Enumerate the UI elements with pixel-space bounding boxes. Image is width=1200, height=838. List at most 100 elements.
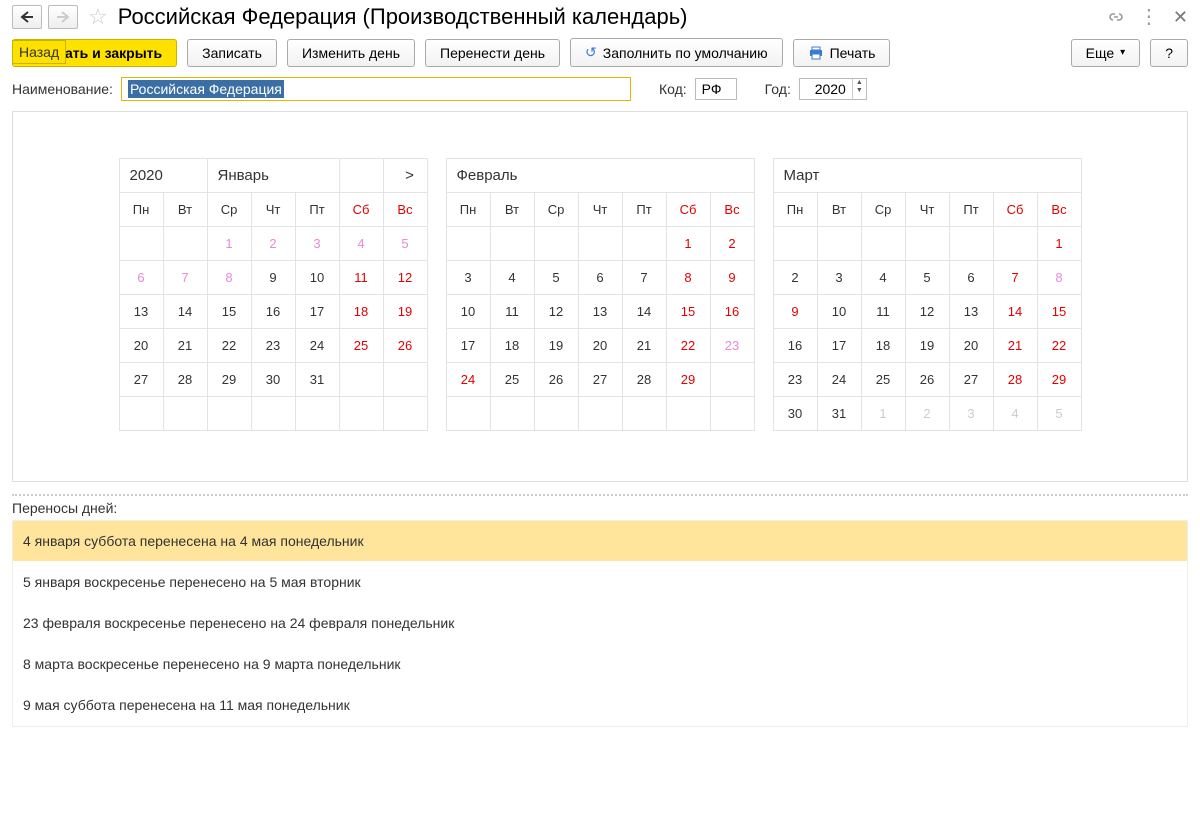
calendar-day[interactable]: 5 — [383, 227, 427, 261]
favorite-star-icon[interactable]: ☆ — [88, 4, 108, 30]
calendar-day[interactable]: 12 — [905, 295, 949, 329]
close-icon[interactable]: ✕ — [1173, 7, 1188, 28]
print-button[interactable]: Печать — [793, 39, 891, 67]
calendar-day[interactable]: 11 — [339, 261, 383, 295]
calendar-day[interactable]: 30 — [773, 397, 817, 431]
calendar-day[interactable]: 10 — [817, 295, 861, 329]
calendar-day[interactable]: 25 — [339, 329, 383, 363]
calendar-day[interactable]: 29 — [666, 363, 710, 397]
change-day-button[interactable]: Изменить день — [287, 39, 415, 67]
calendar-day[interactable]: 13 — [578, 295, 622, 329]
calendar-day[interactable]: 4 — [490, 261, 534, 295]
calendar-day[interactable]: 23 — [773, 363, 817, 397]
calendar-day[interactable]: 28 — [163, 363, 207, 397]
calendar-day[interactable]: 7 — [993, 261, 1037, 295]
calendar-month-name[interactable]: Январь — [207, 159, 339, 193]
calendar-day[interactable]: 21 — [622, 329, 666, 363]
year-spinner[interactable]: ▲ ▼ — [799, 78, 867, 100]
calendar-day[interactable]: 3 — [295, 227, 339, 261]
calendar-day[interactable]: 17 — [817, 329, 861, 363]
calendar-day[interactable]: 30 — [251, 363, 295, 397]
calendar-year-cell[interactable]: 2020 — [119, 159, 207, 193]
name-input[interactable]: Российская Федерация — [121, 77, 631, 101]
calendar-day[interactable]: 14 — [993, 295, 1037, 329]
calendar-day[interactable]: 26 — [905, 363, 949, 397]
calendar-day[interactable]: 29 — [207, 363, 251, 397]
year-down-icon[interactable]: ▼ — [853, 87, 866, 95]
calendar-day[interactable]: 18 — [339, 295, 383, 329]
calendar-day[interactable]: 18 — [861, 329, 905, 363]
calendar-day[interactable]: 25 — [861, 363, 905, 397]
calendar-day[interactable]: 4 — [993, 397, 1037, 431]
link-icon[interactable] — [1107, 8, 1125, 26]
calendar-day[interactable]: 25 — [490, 363, 534, 397]
calendar-day[interactable]: 1 — [666, 227, 710, 261]
calendar-day[interactable]: 18 — [490, 329, 534, 363]
calendar-day[interactable]: 9 — [773, 295, 817, 329]
calendar-day[interactable]: 20 — [949, 329, 993, 363]
calendar-day[interactable]: 8 — [666, 261, 710, 295]
calendar-day[interactable]: 14 — [163, 295, 207, 329]
calendar-day[interactable]: 1 — [207, 227, 251, 261]
calendar-day[interactable]: 7 — [622, 261, 666, 295]
calendar-day[interactable]: 16 — [710, 295, 754, 329]
more-button[interactable]: Еще ▾ — [1071, 39, 1141, 67]
year-input[interactable] — [800, 79, 852, 99]
calendar-day[interactable]: 27 — [578, 363, 622, 397]
calendar-day[interactable]: 19 — [905, 329, 949, 363]
calendar-day[interactable]: 1 — [861, 397, 905, 431]
transfer-row[interactable]: 9 мая суббота перенесена на 11 мая понед… — [13, 685, 1187, 726]
calendar-day[interactable]: 2 — [251, 227, 295, 261]
calendar-day[interactable]: 10 — [446, 295, 490, 329]
calendar-day[interactable]: 24 — [446, 363, 490, 397]
calendar-day[interactable]: 26 — [383, 329, 427, 363]
save-button[interactable]: Записать — [187, 39, 277, 67]
calendar-day[interactable]: 22 — [666, 329, 710, 363]
calendar-day[interactable]: 4 — [861, 261, 905, 295]
calendar-day[interactable]: 23 — [251, 329, 295, 363]
calendar-day[interactable]: 2 — [905, 397, 949, 431]
kebab-menu-icon[interactable]: ⋮ — [1139, 10, 1159, 24]
transfer-row[interactable]: 5 января воскресенье перенесено на 5 мая… — [13, 562, 1187, 603]
calendar-day[interactable]: 17 — [295, 295, 339, 329]
calendar-day[interactable]: 12 — [383, 261, 427, 295]
transfer-row[interactable]: 4 января суббота перенесена на 4 мая пон… — [13, 521, 1187, 562]
calendar-day[interactable]: 29 — [1037, 363, 1081, 397]
calendar-day[interactable]: 20 — [119, 329, 163, 363]
transfers-list[interactable]: 4 января суббота перенесена на 4 мая пон… — [12, 520, 1188, 727]
calendar-day[interactable]: 1 — [1037, 227, 1081, 261]
calendar-day[interactable]: 28 — [622, 363, 666, 397]
calendar-day[interactable]: 9 — [251, 261, 295, 295]
calendar-day[interactable]: 11 — [861, 295, 905, 329]
calendar-day[interactable]: 7 — [163, 261, 207, 295]
calendar-day[interactable]: 9 — [710, 261, 754, 295]
calendar-day[interactable]: 11 — [490, 295, 534, 329]
calendar-day[interactable]: 3 — [949, 397, 993, 431]
calendar-day[interactable]: 3 — [446, 261, 490, 295]
nav-forward-button[interactable] — [48, 5, 78, 29]
calendar-day[interactable]: 2 — [773, 261, 817, 295]
transfer-row[interactable]: 23 февраля воскресенье перенесено на 24 … — [13, 603, 1187, 644]
calendar-day[interactable]: 27 — [949, 363, 993, 397]
calendar-day[interactable]: 4 — [339, 227, 383, 261]
calendar-day[interactable]: 27 — [119, 363, 163, 397]
calendar-day[interactable]: 5 — [905, 261, 949, 295]
calendar-day[interactable]: 22 — [207, 329, 251, 363]
calendar-day[interactable]: 15 — [666, 295, 710, 329]
calendar-day[interactable]: 2 — [710, 227, 754, 261]
calendar-day[interactable]: 3 — [817, 261, 861, 295]
year-up-icon[interactable]: ▲ — [853, 79, 866, 87]
calendar-day[interactable]: 22 — [1037, 329, 1081, 363]
calendar-day[interactable]: 8 — [207, 261, 251, 295]
calendar-day[interactable]: 16 — [251, 295, 295, 329]
calendar-day[interactable]: 5 — [1037, 397, 1081, 431]
calendar-day[interactable]: 23 — [710, 329, 754, 363]
calendar-day[interactable]: 15 — [1037, 295, 1081, 329]
calendar-day[interactable]: 26 — [534, 363, 578, 397]
calendar-day[interactable]: 15 — [207, 295, 251, 329]
calendar-day[interactable]: 31 — [817, 397, 861, 431]
help-button[interactable]: ? — [1150, 39, 1188, 67]
calendar-day[interactable]: 10 — [295, 261, 339, 295]
calendar-day[interactable]: 19 — [534, 329, 578, 363]
nav-back-button[interactable] — [12, 5, 42, 29]
